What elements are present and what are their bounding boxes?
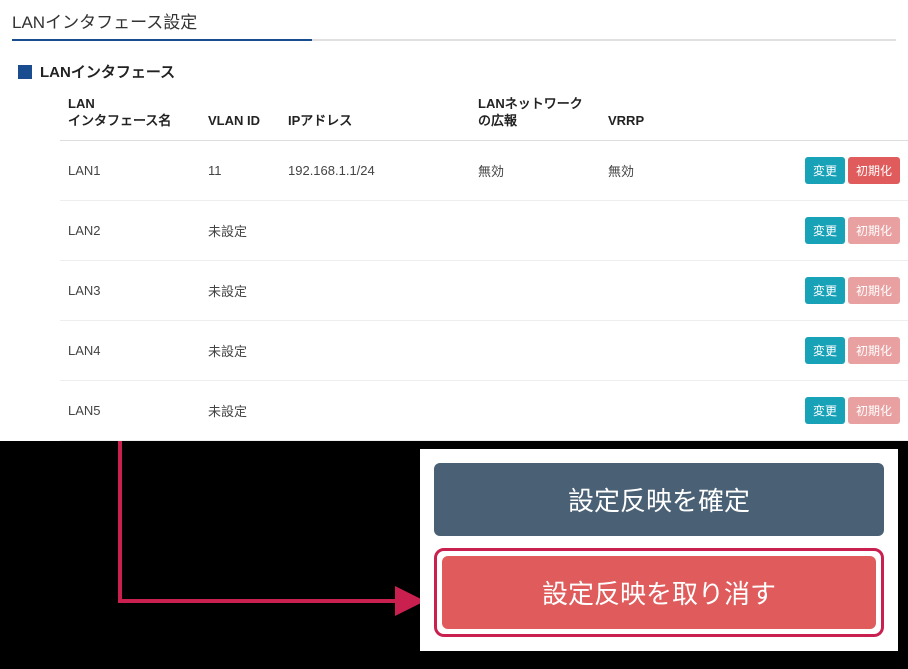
reset-button: 初期化: [848, 337, 900, 364]
section-marker-icon: [18, 65, 32, 79]
col-header-vrrp: VRRP: [600, 86, 720, 140]
cell-vrrp: [600, 320, 720, 380]
cell-vrrp: 無効: [600, 140, 720, 200]
table-row: LAN5未設定 変更初期化: [60, 380, 908, 440]
cell-actions: 変更初期化: [720, 200, 908, 260]
cell-name: LAN5: [60, 380, 200, 440]
cell-vlan: 未設定: [200, 320, 280, 380]
apply-confirm-button[interactable]: 設定反映を確定: [434, 463, 884, 536]
cell-ip: [280, 260, 470, 320]
lower-diagram: 設定反映を確定 設定反映を取り消す: [0, 441, 908, 669]
cell-name: LAN1: [60, 140, 200, 200]
cell-vlan: 未設定: [200, 380, 280, 440]
cell-vrrp: [600, 260, 720, 320]
col-header-announce-line2: の広報: [478, 113, 517, 128]
cell-announce: [470, 260, 600, 320]
cell-ip: [280, 380, 470, 440]
apply-cancel-button[interactable]: 設定反映を取り消す: [442, 556, 876, 629]
table-row: LAN4未設定 変更初期化: [60, 320, 908, 380]
cell-announce: [470, 200, 600, 260]
section-header: LANインタフェース: [18, 61, 908, 82]
reset-button: 初期化: [848, 217, 900, 244]
cell-announce: [470, 380, 600, 440]
col-header-announce: LANネットワーク の広報: [470, 86, 600, 140]
edit-button[interactable]: 変更: [805, 157, 845, 184]
reset-button[interactable]: 初期化: [848, 157, 900, 184]
cell-vlan: 未設定: [200, 200, 280, 260]
edit-button[interactable]: 変更: [805, 397, 845, 424]
cell-vrrp: [600, 380, 720, 440]
cell-actions: 変更初期化: [720, 260, 908, 320]
cell-ip: 192.168.1.1/24: [280, 140, 470, 200]
col-header-name: LAN インタフェース名: [60, 86, 200, 140]
edit-button[interactable]: 変更: [805, 277, 845, 304]
cell-actions: 変更初期化: [720, 140, 908, 200]
cell-vlan: 11: [200, 140, 280, 200]
confirm-panel: 設定反映を確定 設定反映を取り消す: [420, 449, 898, 651]
section-title: LANインタフェース: [40, 61, 175, 82]
edit-button[interactable]: 変更: [805, 337, 845, 364]
reset-button: 初期化: [848, 277, 900, 304]
table-row: LAN111192.168.1.1/24無効無効変更初期化: [60, 140, 908, 200]
page-title-area: LANインタフェース設定: [0, 0, 908, 47]
cell-name: LAN2: [60, 200, 200, 260]
arrow-icon: [0, 441, 420, 669]
cell-name: LAN4: [60, 320, 200, 380]
page-title: LANインタフェース設定: [12, 8, 896, 37]
col-header-ip: IPアドレス: [280, 86, 470, 140]
cell-ip: [280, 320, 470, 380]
col-header-vlan: VLAN ID: [200, 86, 280, 140]
lan-interface-table: LAN インタフェース名 VLAN ID IPアドレス LANネットワーク の広…: [60, 86, 908, 441]
col-header-actions: [720, 86, 908, 140]
reset-button: 初期化: [848, 397, 900, 424]
cell-ip: [280, 200, 470, 260]
col-header-name-line2: インタフェース名: [68, 113, 171, 128]
table-row: LAN2未設定 変更初期化: [60, 200, 908, 260]
title-underline: [12, 39, 896, 41]
cell-name: LAN3: [60, 260, 200, 320]
table-row: LAN3未設定 変更初期化: [60, 260, 908, 320]
edit-button[interactable]: 変更: [805, 217, 845, 244]
cell-actions: 変更初期化: [720, 380, 908, 440]
cell-announce: [470, 320, 600, 380]
cell-actions: 変更初期化: [720, 320, 908, 380]
col-header-name-line1: LAN: [68, 96, 95, 111]
cell-vlan: 未設定: [200, 260, 280, 320]
table-header-row: LAN インタフェース名 VLAN ID IPアドレス LANネットワーク の広…: [60, 86, 908, 140]
col-header-announce-line1: LANネットワーク: [478, 96, 583, 111]
cell-announce: 無効: [470, 140, 600, 200]
cancel-highlight-frame: 設定反映を取り消す: [434, 548, 884, 637]
cell-vrrp: [600, 200, 720, 260]
